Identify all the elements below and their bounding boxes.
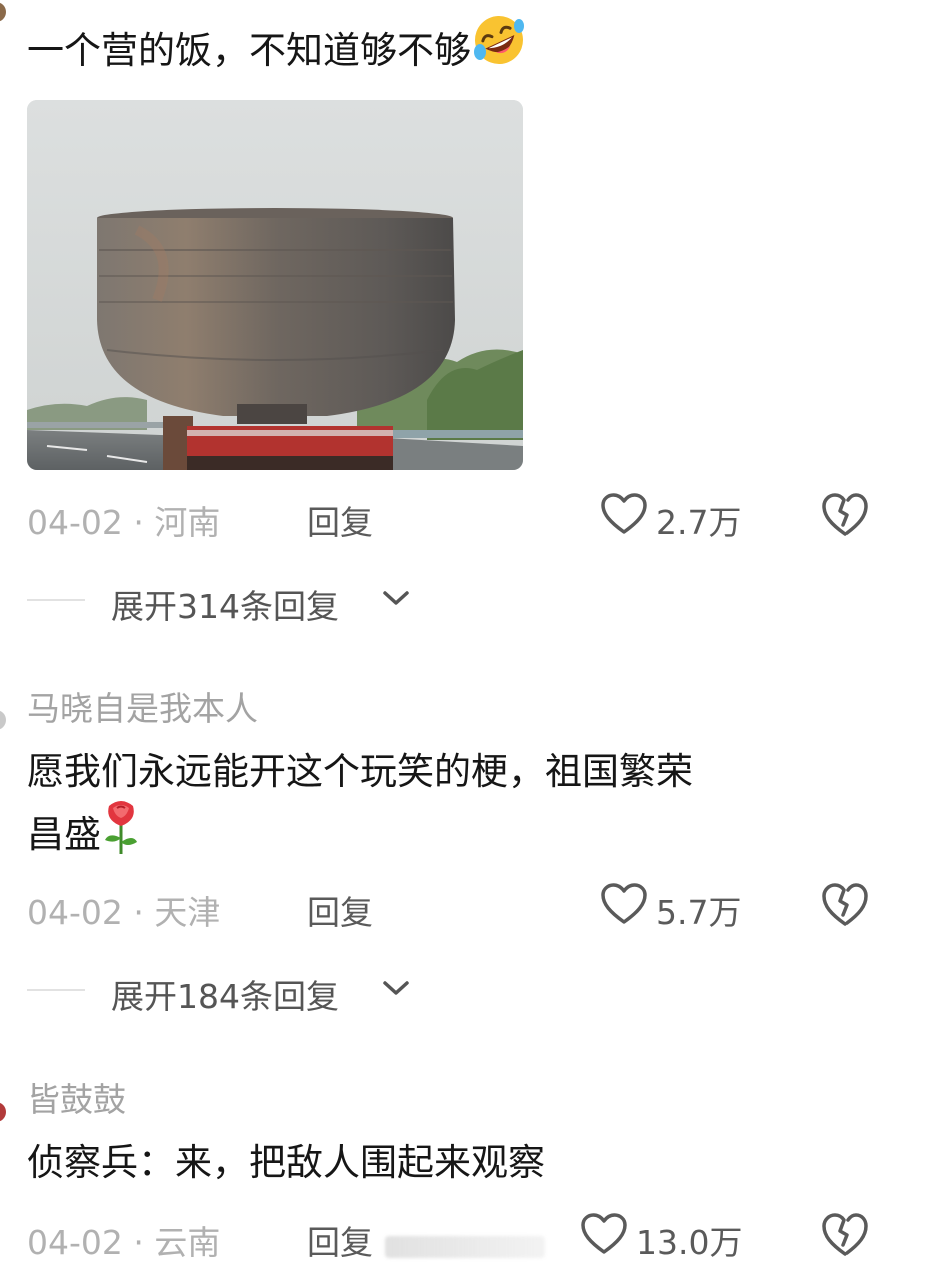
comment-text[interactable]: 侦察兵：来，把敌人围起来观察 bbox=[27, 1136, 545, 1190]
heart-outline-icon bbox=[581, 1213, 627, 1254]
avatar[interactable] bbox=[0, 2, 6, 22]
expand-replies-button[interactable]: 展开314条回复 bbox=[27, 578, 527, 626]
heart-outline-icon bbox=[601, 493, 647, 534]
reply-button[interactable]: 回复 bbox=[307, 496, 373, 544]
comment-date-location: 04-02 · 河南 bbox=[27, 503, 221, 542]
avatar[interactable] bbox=[0, 710, 6, 730]
divider bbox=[27, 599, 85, 601]
watermark bbox=[385, 1236, 545, 1258]
comment-meta: 04-02 · 河南 回复 2.7万 bbox=[27, 490, 907, 542]
comment-date-location: 04-02 · 天津 bbox=[27, 893, 221, 932]
username[interactable]: 皆鼓鼓 bbox=[27, 1073, 126, 1121]
comment-date-location: 04-02 · 云南 bbox=[27, 1223, 221, 1262]
comment-text[interactable]: 一个营的饭，不知道够不够 bbox=[27, 16, 527, 83]
like-count: 5.7万 bbox=[656, 893, 742, 932]
avatar[interactable] bbox=[0, 1102, 6, 1122]
comment-text[interactable]: 昌盛 bbox=[27, 801, 141, 871]
reply-button[interactable]: 回复 bbox=[307, 1216, 373, 1264]
expand-replies-label: 展开184条回复 bbox=[111, 977, 339, 1016]
broken-heart-icon[interactable] bbox=[821, 882, 869, 928]
broken-heart-icon[interactable] bbox=[821, 1212, 869, 1258]
like-count: 13.0万 bbox=[636, 1223, 743, 1262]
heart-outline-icon bbox=[601, 883, 647, 924]
comment-photo[interactable] bbox=[27, 100, 523, 470]
expand-replies-label: 展开314条回复 bbox=[111, 587, 339, 626]
broken-heart-icon[interactable] bbox=[821, 492, 869, 538]
comment-meta: 04-02 · 天津 回复 5.7万 bbox=[27, 880, 907, 932]
username[interactable]: 马晓自是我本人 bbox=[27, 682, 258, 730]
like-count: 2.7万 bbox=[656, 503, 742, 542]
comment-text[interactable]: 愿我们永远能开这个玩笑的梗，祖国繁荣 bbox=[27, 745, 693, 799]
rose-icon bbox=[101, 801, 141, 871]
reply-button[interactable]: 回复 bbox=[307, 886, 373, 934]
rolling-on-floor-laughing-icon bbox=[471, 16, 527, 83]
chevron-down-icon bbox=[383, 591, 409, 605]
chevron-down-icon bbox=[383, 981, 409, 995]
expand-replies-button[interactable]: 展开184条回复 bbox=[27, 968, 527, 1016]
divider bbox=[27, 989, 85, 991]
